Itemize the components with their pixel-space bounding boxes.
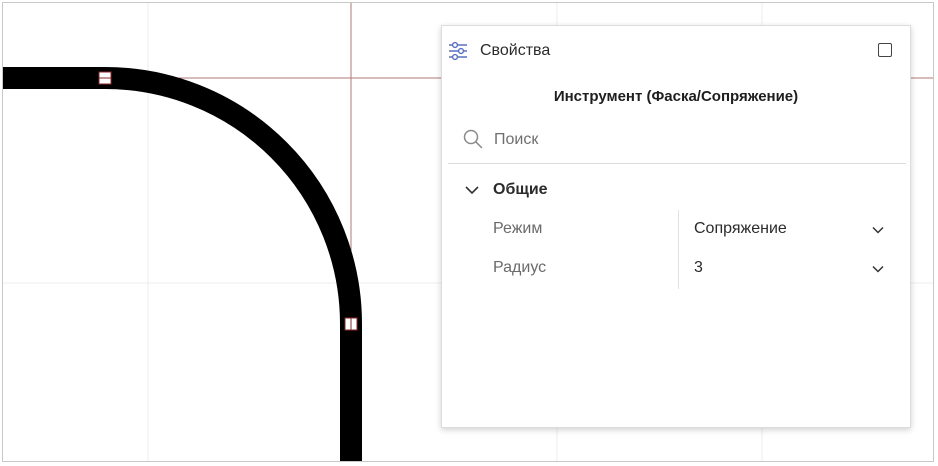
- handle-end[interactable]: [344, 317, 358, 331]
- property-row-mode: Режим Сопряжение: [442, 210, 910, 250]
- chevron-down-icon: [465, 186, 479, 195]
- chevron-down-icon: [872, 265, 884, 273]
- panel-title: Свойства: [480, 42, 551, 59]
- group-general-toggle[interactable]: Общие: [464, 176, 548, 204]
- radius-value: 3: [694, 259, 703, 276]
- tool-name: Инструмент (Фаска/Сопряжение): [553, 88, 799, 105]
- properties-panel: Свойства Инструмент (Фаска/Сопряжение) О…: [441, 25, 911, 428]
- search-input[interactable]: [492, 126, 896, 154]
- radius-dropdown[interactable]: 3: [678, 249, 897, 289]
- sliders-icon: [449, 41, 467, 61]
- mode-dropdown[interactable]: Сопряжение: [678, 210, 897, 250]
- property-label: Радиус: [493, 259, 547, 276]
- chevron-down-icon: [872, 226, 884, 234]
- handle-start[interactable]: [98, 71, 112, 85]
- mode-value: Сопряжение: [694, 220, 787, 237]
- search-icon: [463, 129, 483, 149]
- search-row: [448, 122, 906, 164]
- panel-header: Свойства: [442, 26, 910, 76]
- property-row-radius: Радиус 3: [442, 249, 910, 289]
- group-label: Общие: [493, 181, 548, 198]
- property-label: Режим: [493, 220, 543, 237]
- filleted-path[interactable]: [3, 67, 362, 462]
- maximize-icon[interactable]: [878, 43, 892, 57]
